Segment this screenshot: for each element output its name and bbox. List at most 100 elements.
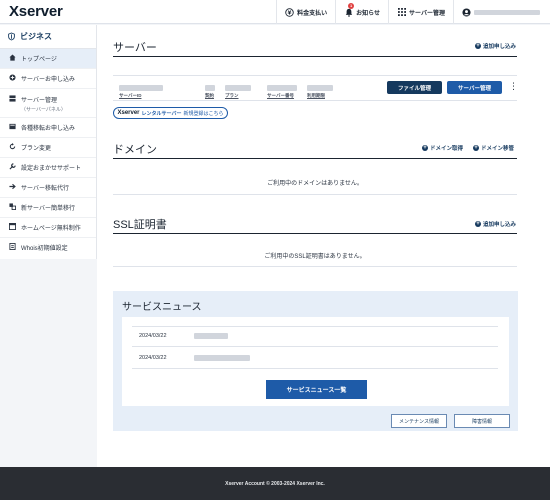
sidebar-item-label: サーバーお申し込み (21, 77, 75, 83)
sidebar-item-server-panel[interactable]: サーバー管理 （サーバーパネル） (0, 89, 96, 118)
refresh-icon (9, 143, 16, 150)
contract-redacted (205, 85, 215, 91)
ssl-add-label: 追加申し込み (483, 222, 517, 228)
yen-coin-icon: ¥ (285, 7, 294, 17)
wrench-icon (9, 163, 16, 170)
server-section-rule (113, 56, 517, 57)
sidebar-item-label: サーバー管理 (21, 98, 57, 104)
ssl-section-rule (113, 233, 517, 234)
file-manager-button[interactable]: ファイル管理 (387, 81, 442, 94)
sidebar-item-label: サーバー移転代行 (21, 186, 69, 192)
shield-icon (8, 32, 15, 41)
sidebar-item-easy-migration[interactable]: 新サーバー簡単移行 (0, 198, 96, 218)
plus-circle-icon: + (475, 221, 481, 227)
col-server-number[interactable]: サーバー番号 (267, 93, 294, 99)
main-content: サーバー + 追加申し込み サーバーID 契約 プラン サーバー番号 利用期限 … (97, 25, 550, 467)
sidebar-item-label: Whois初期値設定 (21, 246, 68, 252)
sidebar-header: ビジネス (0, 25, 96, 49)
server-id-redacted (119, 85, 163, 91)
ssl-section-title: SSL証明書 (113, 219, 167, 231)
plus-circle-icon: + (475, 43, 481, 49)
sidebar-item-transfer[interactable]: 各種移転お申し込み (0, 118, 96, 138)
expiry-redacted (307, 85, 333, 91)
domain-get-link[interactable]: + ドメイン取得 (422, 144, 463, 152)
plus-circle-icon: + (422, 145, 428, 151)
sidebar-item-server-signup[interactable]: サーバーお申し込み (0, 69, 96, 89)
xserver-logo[interactable]: Xserver (9, 3, 63, 20)
pill-text: 新規登録はこちら (183, 110, 224, 117)
server-icon (9, 95, 16, 102)
sidebar-item-top[interactable]: トップページ (0, 49, 96, 69)
sidebar-item-homepage[interactable]: ホームページ無料制作 (0, 218, 96, 238)
sidebar-item-plan-change[interactable]: プラン変更 (0, 138, 96, 158)
domain-bottom-rule (113, 194, 517, 195)
pill-brand: Xserver (117, 110, 140, 116)
server-add-label: 追加申し込み (483, 44, 517, 50)
sidebar-item-label: 設定おまかせサポート (21, 166, 82, 172)
notifications-link[interactable]: 1 お知らせ (335, 0, 388, 24)
browser-icon (9, 223, 16, 230)
domain-section-title: ドメイン (113, 144, 157, 156)
service-news: サービスニュース 2024/03/22 2024/03/22 サービスニュース一… (113, 291, 518, 431)
sidebar-item-label: プラン変更 (21, 146, 52, 152)
ssl-empty-message: ご利用中のSSL証明書はありません。 (264, 254, 366, 260)
document-icon (9, 243, 16, 250)
server-management-link[interactable]: サーバー管理 (388, 0, 453, 24)
news-headline-redacted (194, 355, 250, 361)
ssl-add-link[interactable]: + 追加申し込み (475, 220, 516, 228)
sidebar-item-label: 各種移転お申し込み (21, 126, 76, 132)
user-icon (462, 7, 471, 17)
news-date: 2024/03/22 (139, 333, 167, 339)
news-rule (132, 346, 498, 347)
top-bar: Xserver ¥ 料金支払い 1 お知らせ サーバー管理 (0, 0, 550, 24)
server-panel-button[interactable]: サーバー管理 (447, 81, 502, 94)
maintenance-info-button[interactable]: メンテナンス情報 (391, 414, 447, 428)
news-headline-redacted (194, 333, 228, 339)
billing-link[interactable]: ¥ 料金支払い (276, 0, 335, 24)
domain-empty-message: ご利用中のドメインはありません。 (267, 181, 363, 187)
server-row-rule (113, 100, 517, 101)
news-title: サービスニュース (122, 302, 202, 313)
account-name-redacted (474, 9, 540, 15)
top-nav: ¥ 料金支払い 1 お知らせ サーバー管理 (276, 0, 550, 24)
col-expiry[interactable]: 利用期限 (307, 93, 325, 99)
sidebar-header-label: ビジネス (20, 32, 52, 41)
news-list-button[interactable]: サービスニュース一覧 (266, 380, 367, 399)
sidebar-item-migration-service[interactable]: サーバー移転代行 (0, 178, 96, 198)
incident-info-button[interactable]: 障害情報 (454, 414, 510, 428)
domain-transfer-label: ドメイン移管 (481, 146, 515, 152)
home-icon (9, 54, 16, 61)
news-rule (132, 368, 498, 369)
ssl-bottom-rule (113, 266, 517, 267)
news-date: 2024/03/22 (139, 355, 167, 361)
notifications-label: お知らせ (356, 10, 381, 17)
svg-text:¥: ¥ (288, 10, 292, 16)
server-number-redacted (267, 85, 297, 91)
sidebar: ビジネス トップページ サーバーお申し込み サーバー管理 （サーバーパネル） 各… (0, 25, 97, 259)
notification-badge: 1 (348, 3, 355, 9)
pill-product: レンタルサーバー (141, 110, 182, 117)
account-menu[interactable] (453, 0, 550, 24)
col-server-id[interactable]: サーバーID (119, 93, 141, 99)
plan-redacted (225, 85, 251, 91)
domain-section-rule (113, 158, 517, 159)
sidebar-item-setup-support[interactable]: 設定おまかせサポート (0, 158, 96, 178)
plus-circle-icon (9, 74, 16, 81)
arrow-right-icon (9, 183, 16, 190)
transfer-icon (9, 123, 16, 130)
sidebar-item-label: ホームページ無料制作 (21, 226, 81, 232)
server-management-label: サーバー管理 (409, 10, 445, 17)
more-options-icon[interactable]: ⋮ (509, 82, 518, 91)
rental-server-signup-pill[interactable]: Xserver レンタルサーバー 新規登録はこちら (113, 107, 228, 119)
news-rule (132, 326, 498, 327)
col-contract[interactable]: 契約 (205, 93, 214, 99)
server-table-header-rule (113, 75, 517, 76)
news-panel: 2024/03/22 2024/03/22 サービスニュース一覧 (122, 317, 509, 406)
domain-transfer-link[interactable]: + ドメイン移管 (473, 144, 514, 152)
sidebar-item-label: 新サーバー簡単移行 (21, 206, 75, 212)
server-add-link[interactable]: + 追加申し込み (475, 42, 516, 50)
copyright-text: Xserver Account © 2003-2024 Xserver Inc. (225, 480, 325, 487)
sidebar-item-whois[interactable]: Whois初期値設定 (0, 238, 96, 257)
col-plan[interactable]: プラン (225, 93, 239, 99)
server-section-title: サーバー (113, 42, 157, 54)
